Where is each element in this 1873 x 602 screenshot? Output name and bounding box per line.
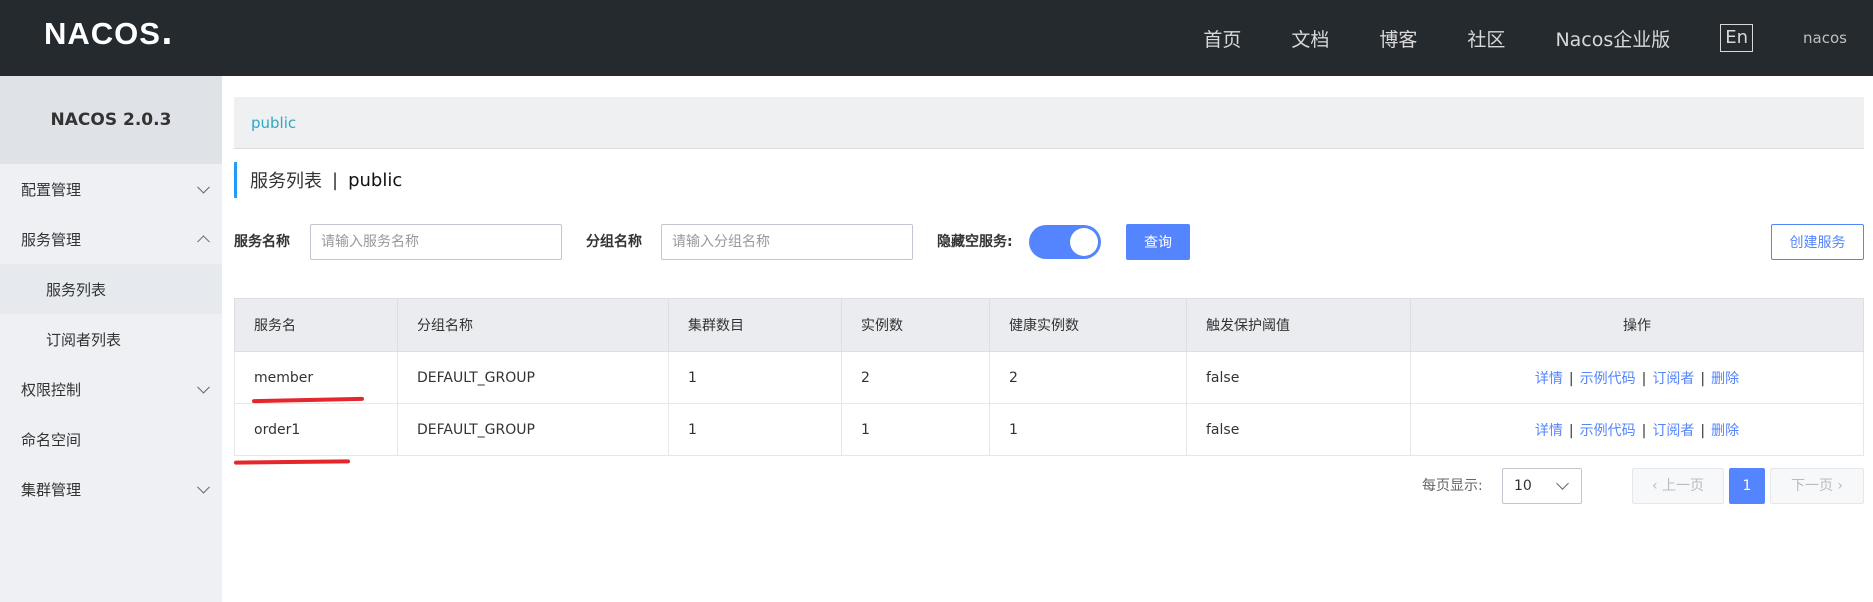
op-separator: | <box>1700 422 1706 439</box>
table-header-row: 服务名 分组名称 集群数目 实例数 健康实例数 触发保护阈值 操作 <box>234 298 1864 352</box>
title-separator: | <box>332 169 339 191</box>
user-name[interactable]: nacos <box>1803 29 1847 47</box>
sidebar-item-access-control[interactable]: 权限控制 <box>0 364 222 414</box>
service-name-label: 服务名称 <box>234 234 290 250</box>
sidebar-item-label: 权限控制 <box>21 380 82 399</box>
operations-cell: 详情 | 示例代码 | 订阅者 | 删除 <box>1410 403 1864 456</box>
chevron-up-icon <box>197 235 210 249</box>
chevron-left-icon: ‹ <box>1651 478 1663 494</box>
subscribers-link[interactable]: 订阅者 <box>1652 371 1694 387</box>
nav-community[interactable]: 社区 <box>1467 25 1505 52</box>
cluster-count-cell: 1 <box>668 351 842 404</box>
logo-text: NACOS <box>44 16 161 51</box>
threshold-cell: false <box>1186 351 1411 404</box>
sample-code-link[interactable]: 示例代码 <box>1580 423 1636 439</box>
sidebar-item-subscriber-list[interactable]: 订阅者列表 <box>0 314 222 364</box>
prev-page-label: 上一页 <box>1662 478 1705 494</box>
page-size-select[interactable]: 10 <box>1502 468 1582 504</box>
query-button[interactable]: 查询 <box>1126 224 1190 260</box>
sidebar-item-label: 集群管理 <box>21 480 82 499</box>
hide-empty-toggle[interactable] <box>1029 225 1101 259</box>
column-header: 实例数 <box>841 298 990 352</box>
nav-blog[interactable]: 博客 <box>1379 25 1417 52</box>
pagination: 每页显示: 10 ‹ 上一页 1 下一页 › <box>234 468 1864 504</box>
op-separator: | <box>1641 422 1647 439</box>
table-row: order1 DEFAULT_GROUP 1 1 1 false 详情 | 示例代码… <box>234 403 1864 456</box>
column-header: 分组名称 <box>397 298 669 352</box>
column-header: 触发保护阈值 <box>1186 298 1411 352</box>
chevron-down-icon <box>197 380 210 394</box>
detail-link[interactable]: 详情 <box>1535 423 1563 439</box>
nav-docs[interactable]: 文档 <box>1291 25 1329 52</box>
chevron-down-icon <box>197 180 210 194</box>
filter-bar: 服务名称 分组名称 隐藏空服务: 查询 创建服务 <box>234 224 1864 260</box>
delete-link[interactable]: 删除 <box>1711 423 1739 439</box>
delete-link[interactable]: 删除 <box>1711 371 1739 387</box>
top-navbar: NACOS. 首页 文档 博客 社区 Nacos企业版 En nacos <box>0 0 1873 76</box>
chevron-down-icon <box>197 480 210 494</box>
annotation-underline <box>233 459 351 465</box>
page-size-label: 每页显示: <box>1422 478 1483 494</box>
sample-code-link[interactable]: 示例代码 <box>1580 371 1636 387</box>
sidebar-item-label: 服务管理 <box>21 230 82 249</box>
service-name-input[interactable] <box>310 224 562 260</box>
cluster-count-cell: 1 <box>668 403 842 456</box>
group-name-cell: DEFAULT_GROUP <box>397 351 669 404</box>
nav-enterprise[interactable]: Nacos企业版 <box>1555 25 1670 52</box>
chevron-right-icon: › <box>1832 478 1844 494</box>
create-service-button[interactable]: 创建服务 <box>1771 224 1864 260</box>
next-page-label: 下一页 <box>1790 478 1833 494</box>
healthy-count-cell: 2 <box>989 351 1187 404</box>
sidebar: NACOS 2.0.3 配置管理 服务管理 服务列表 订阅者列表 权限控制 命名… <box>0 76 222 602</box>
op-separator: | <box>1568 422 1574 439</box>
op-separator: | <box>1568 370 1574 387</box>
nacos-logo[interactable]: NACOS. <box>44 14 173 54</box>
nav-home[interactable]: 首页 <box>1203 25 1241 52</box>
sidebar-item-namespace[interactable]: 命名空间 <box>0 414 222 464</box>
operations-cell: 详情 | 示例代码 | 订阅者 | 删除 <box>1410 351 1864 404</box>
main-content: public 服务列表 | public 服务名称 分组名称 隐藏空服务: 查询… <box>233 76 1864 602</box>
sidebar-item-label: 配置管理 <box>21 180 82 199</box>
subscribers-link[interactable]: 订阅者 <box>1652 423 1694 439</box>
sidebar-item-cluster-management[interactable]: 集群管理 <box>0 464 222 514</box>
op-separator: | <box>1700 370 1706 387</box>
page-title: 服务列表 | public <box>234 162 402 198</box>
page-title-namespace: public <box>348 169 403 191</box>
sidebar-item-service-management[interactable]: 服务管理 <box>0 214 222 264</box>
column-header: 健康实例数 <box>989 298 1187 352</box>
chevron-down-icon <box>1556 477 1569 490</box>
current-page-button[interactable]: 1 <box>1729 468 1765 504</box>
service-name-cell: member <box>234 351 398 404</box>
version-header: NACOS 2.0.3 <box>0 76 222 164</box>
namespace-breadcrumb: public <box>234 97 1864 149</box>
threshold-cell: false <box>1186 403 1411 456</box>
language-switch-button[interactable]: En <box>1720 24 1754 52</box>
toggle-knob <box>1070 228 1098 256</box>
page-title-text: 服务列表 <box>250 171 322 192</box>
group-name-label: 分组名称 <box>586 234 642 250</box>
healthy-count-cell: 1 <box>989 403 1187 456</box>
op-separator: | <box>1641 370 1647 387</box>
column-header: 集群数目 <box>668 298 842 352</box>
top-nav: 首页 文档 博客 社区 Nacos企业版 En nacos <box>1203 0 1873 76</box>
prev-page-button[interactable]: ‹ 上一页 <box>1632 468 1724 504</box>
hide-empty-label: 隐藏空服务: <box>937 234 1013 250</box>
detail-link[interactable]: 详情 <box>1535 371 1563 387</box>
instance-count-cell: 2 <box>841 351 990 404</box>
column-header: 服务名 <box>234 298 398 352</box>
page-size-value: 10 <box>1514 478 1532 494</box>
instance-count-cell: 1 <box>841 403 990 456</box>
next-page-button[interactable]: 下一页 › <box>1770 468 1864 504</box>
table-row: member DEFAULT_GROUP 1 2 2 false 详情 | 示例代码… <box>234 351 1864 404</box>
service-table: 服务名 分组名称 集群数目 实例数 健康实例数 触发保护阈值 操作 member… <box>234 298 1864 456</box>
logo-dot: . <box>160 16 173 52</box>
group-name-input[interactable] <box>661 224 913 260</box>
service-name-cell: order1 <box>234 403 398 456</box>
sidebar-item-config-management[interactable]: 配置管理 <box>0 164 222 214</box>
column-header: 操作 <box>1410 298 1864 352</box>
sidebar-item-service-list[interactable]: 服务列表 <box>0 264 222 314</box>
namespace-link[interactable]: public <box>251 114 296 132</box>
group-name-cell: DEFAULT_GROUP <box>397 403 669 456</box>
